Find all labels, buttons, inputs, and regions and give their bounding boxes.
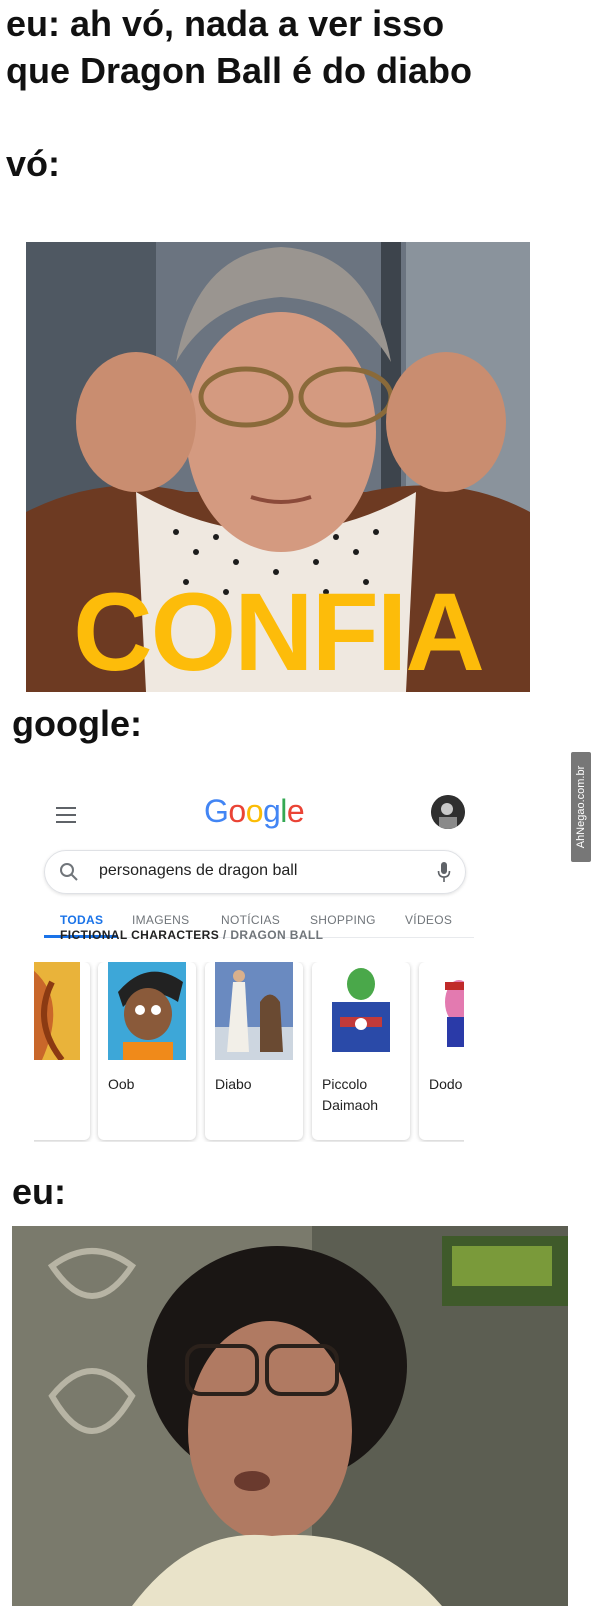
character-card[interactable]: Oob bbox=[98, 962, 196, 1140]
avatar[interactable] bbox=[431, 795, 465, 829]
section-title-sub: DRAGON BALL bbox=[230, 928, 324, 942]
character-name: Dodo bbox=[429, 1076, 463, 1092]
reaction-photo bbox=[12, 1226, 568, 1606]
confia-text: CONFIA bbox=[73, 571, 485, 692]
character-card[interactable]: Piccolo Daimaoh bbox=[312, 962, 410, 1140]
caption-line-1: eu: ah vó, nada a ver isso bbox=[6, 3, 445, 44]
section-title-main: FICTIONAL CHARACTERS bbox=[60, 928, 220, 942]
search-box[interactable]: personagens de dragon ball bbox=[44, 850, 466, 894]
watermark-text: AhNegao.com.br bbox=[575, 765, 587, 849]
tab-shopping[interactable]: SHOPPING bbox=[310, 913, 376, 927]
section-title: FICTIONAL CHARACTERS / DRAGON BALL bbox=[60, 928, 324, 942]
character-image bbox=[108, 962, 186, 1060]
character-carousel[interactable]: Oob Diabo Piccolo Daimaoh Dodo bbox=[34, 962, 464, 1142]
character-card[interactable]: Diabo bbox=[205, 962, 303, 1140]
character-image bbox=[429, 962, 464, 1060]
grandma-photo: CONFIA bbox=[26, 242, 530, 692]
character-name: Piccolo Daimaoh bbox=[322, 1076, 379, 1113]
hamburger-menu-icon[interactable] bbox=[56, 807, 76, 823]
character-name: Diabo bbox=[215, 1076, 252, 1092]
character-card[interactable]: Dodo bbox=[419, 962, 464, 1140]
google-logo[interactable]: Google bbox=[204, 793, 305, 830]
character-image bbox=[322, 962, 400, 1060]
watermark: AhNegao.com.br bbox=[571, 752, 591, 862]
tab-todas[interactable]: TODAS bbox=[60, 913, 103, 927]
tab-videos[interactable]: VÍDEOS bbox=[405, 913, 452, 927]
character-image bbox=[34, 962, 80, 1060]
character-card[interactable] bbox=[34, 962, 90, 1140]
tab-noticias[interactable]: NOTÍCIAS bbox=[221, 913, 280, 927]
character-name: Oob bbox=[108, 1076, 135, 1092]
caption-eu: eu: bbox=[12, 1171, 66, 1212]
search-query[interactable]: personagens de dragon ball bbox=[99, 862, 297, 880]
tab-imagens[interactable]: IMAGENS bbox=[132, 913, 189, 927]
caption-vo: vó: bbox=[6, 143, 60, 184]
character-image bbox=[215, 962, 293, 1060]
microphone-icon[interactable] bbox=[437, 861, 451, 883]
caption-line-2: que Dragon Ball é do diabo bbox=[6, 50, 473, 91]
caption-google: google: bbox=[12, 703, 142, 744]
google-search-card: Google personagens de dragon ball TODAS … bbox=[34, 785, 474, 1185]
search-icon[interactable] bbox=[59, 862, 79, 882]
